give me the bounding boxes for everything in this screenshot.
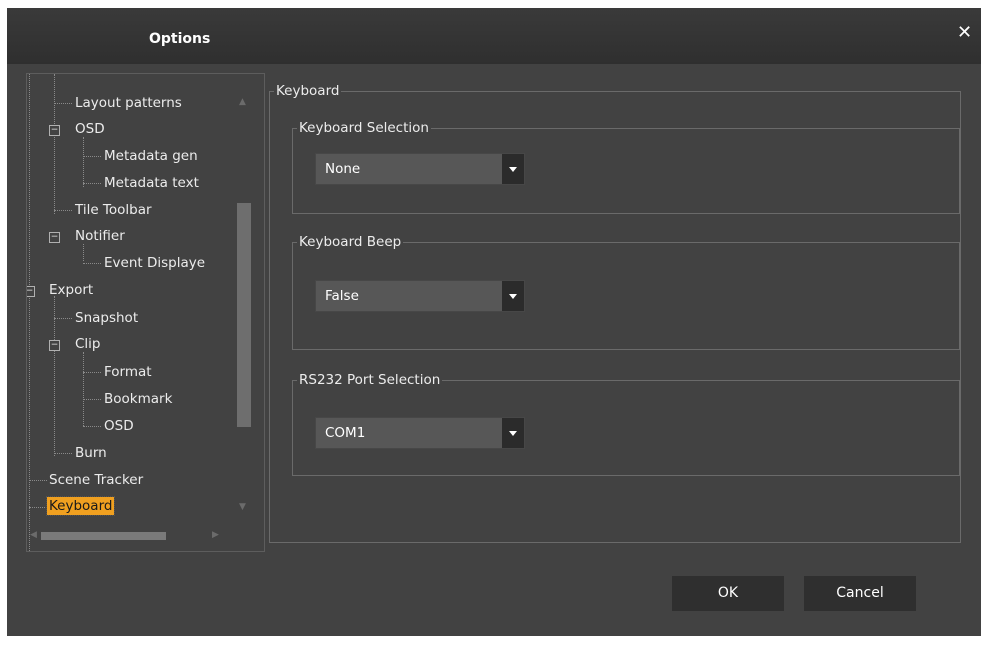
tree-item-format[interactable]: Format	[104, 363, 152, 381]
collapse-export-icon[interactable]: −	[27, 286, 35, 297]
keyboard-selection-dropdown[interactable]: None	[315, 153, 525, 185]
tree-item-metadata-gen[interactable]: Metadata gen	[104, 147, 198, 165]
tree-item-keyboard[interactable]: Keyboard	[45, 496, 116, 516]
keyboard-beep-dropdown[interactable]: False	[315, 280, 525, 312]
scroll-left-icon[interactable]: ◀	[30, 530, 37, 540]
scroll-up-icon[interactable]: ▲	[239, 97, 246, 107]
tree-item-clip[interactable]: Clip	[75, 335, 101, 353]
rs232-port-value: COM1	[325, 425, 366, 441]
scroll-down-icon[interactable]: ▼	[239, 502, 246, 512]
rs232-port-title: RS232 Port Selection	[299, 372, 441, 388]
tree-item-scene-tracker[interactable]: Scene Tracker	[49, 471, 143, 489]
keyboard-beep-value: False	[325, 288, 359, 304]
tree-item-layout-patterns[interactable]: Layout patterns	[75, 94, 182, 112]
tree-item-snapshot[interactable]: Snapshot	[75, 309, 138, 327]
horizontal-scrollbar-thumb[interactable]	[41, 532, 166, 540]
vertical-scrollbar-thumb[interactable]	[237, 203, 251, 427]
chevron-down-icon[interactable]	[502, 418, 524, 448]
tree-item-export[interactable]: Export	[49, 281, 93, 299]
tree-item-burn[interactable]: Burn	[75, 444, 107, 462]
dialog-title: Options	[149, 31, 211, 47]
chevron-down-icon[interactable]	[502, 154, 524, 184]
keyboard-beep-title: Keyboard Beep	[299, 234, 402, 250]
collapse-notifier-icon[interactable]: −	[49, 232, 60, 243]
chevron-down-icon[interactable]	[502, 281, 524, 311]
options-tree[interactable]: − − − − Layout patterns OSD Metadata gen…	[26, 73, 265, 552]
rs232-port-dropdown[interactable]: COM1	[315, 417, 525, 449]
tree-item-metadata-text[interactable]: Metadata text	[104, 174, 199, 192]
keyboard-selection-title: Keyboard Selection	[299, 120, 429, 136]
cancel-button[interactable]: Cancel	[804, 576, 916, 611]
tree-item-event-display[interactable]: Event Displaye	[104, 254, 205, 272]
keyboard-selection-value: None	[325, 161, 361, 177]
tree-item-notifier[interactable]: Notifier	[75, 227, 125, 245]
tree-item-tile-toolbar[interactable]: Tile Toolbar	[75, 201, 152, 219]
close-icon[interactable]: ✕	[957, 22, 972, 43]
ok-button[interactable]: OK	[672, 576, 784, 611]
tree-item-osd[interactable]: OSD	[75, 120, 105, 138]
collapse-osd-icon[interactable]: −	[49, 125, 60, 136]
options-dialog: Options ✕ − − − − Layout patterns OSD Me…	[7, 8, 981, 636]
collapse-clip-icon[interactable]: −	[49, 340, 60, 351]
scroll-right-icon[interactable]: ▶	[212, 530, 219, 540]
tree-item-clip-osd[interactable]: OSD	[104, 417, 134, 435]
keyboard-group-title: Keyboard	[276, 83, 340, 99]
tree-item-bookmark[interactable]: Bookmark	[104, 390, 172, 408]
title-bar: Options ✕	[7, 8, 981, 64]
